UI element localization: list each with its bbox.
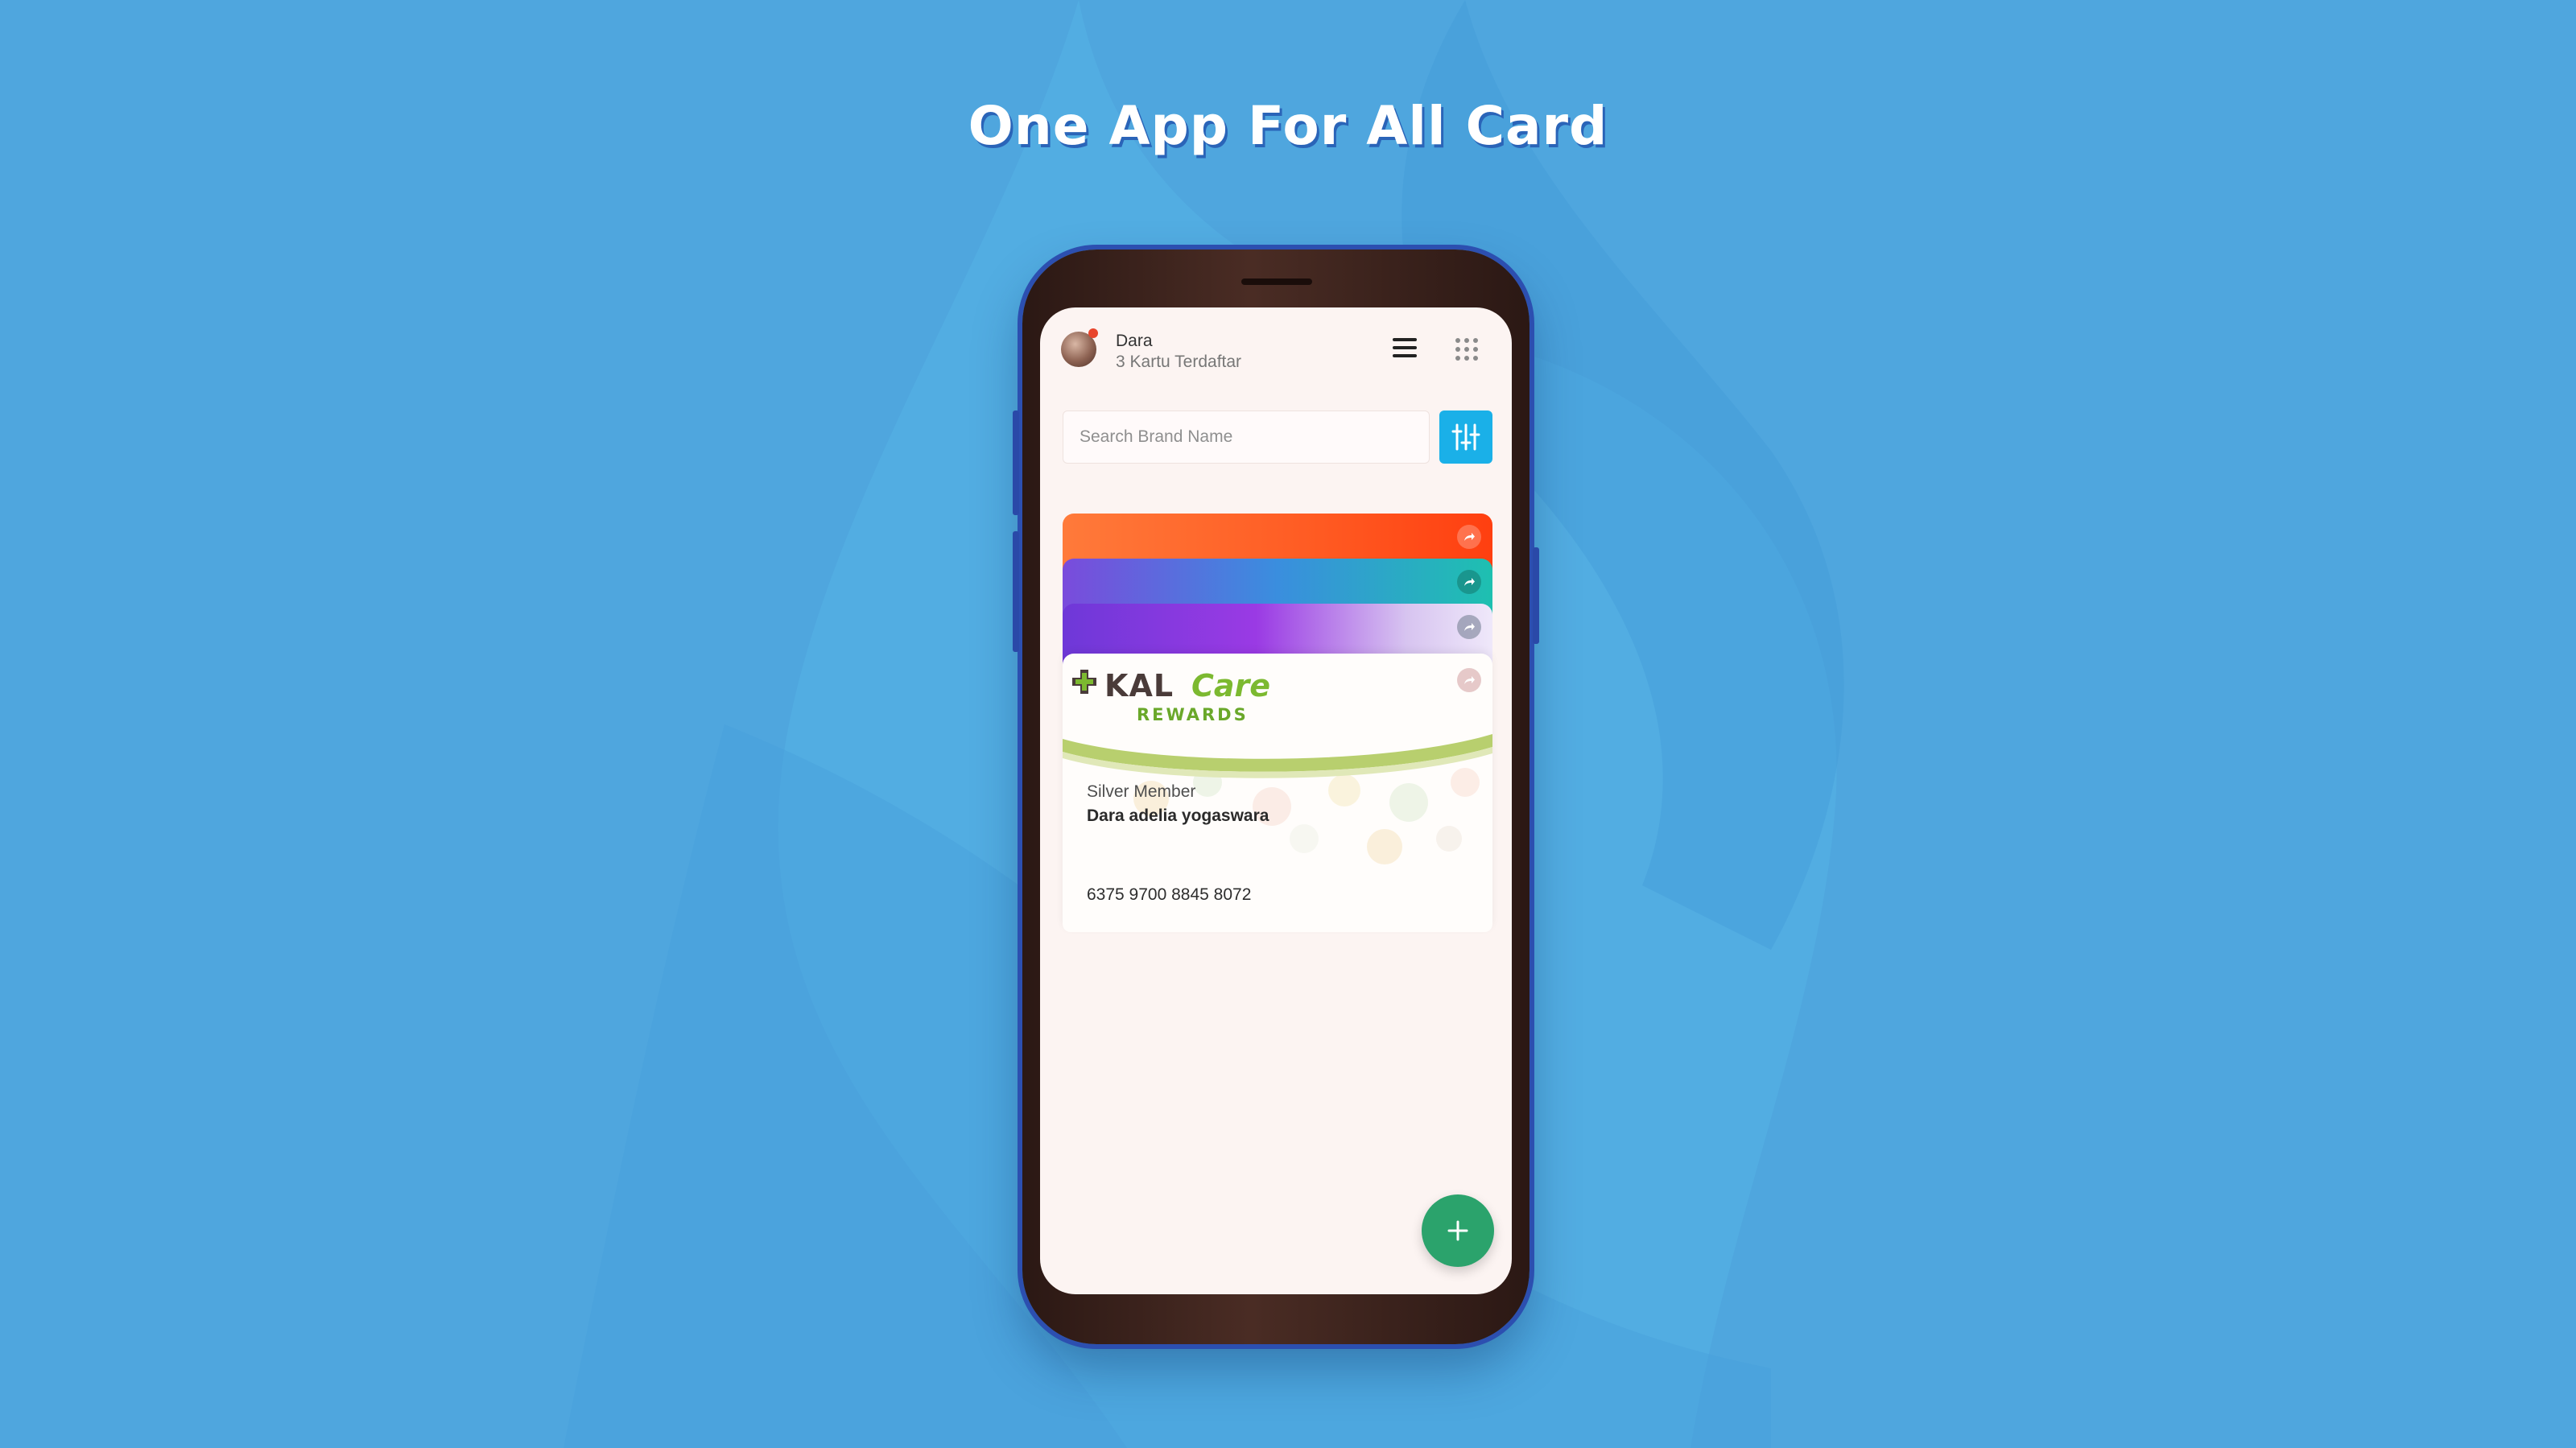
apps-grid-icon[interactable] bbox=[1454, 336, 1480, 362]
kalcare-cross-logo bbox=[1072, 670, 1096, 694]
notification-dot bbox=[1088, 328, 1098, 338]
phone-side-button bbox=[1013, 531, 1019, 652]
share-icon bbox=[1464, 623, 1475, 631]
share-button[interactable] bbox=[1457, 615, 1481, 639]
share-button[interactable] bbox=[1457, 570, 1481, 594]
hamburger-icon[interactable] bbox=[1393, 338, 1417, 359]
brand-rewards-label: REWARDS bbox=[1137, 705, 1249, 724]
promo-stage: One App For All Card Dara 3 Kartu Terdaf… bbox=[0, 0, 2576, 1448]
filter-button[interactable] bbox=[1439, 410, 1492, 464]
phone-side-button bbox=[1013, 410, 1019, 515]
share-button[interactable] bbox=[1457, 668, 1481, 692]
add-card-button[interactable] bbox=[1422, 1194, 1494, 1267]
filter-sliders-icon bbox=[1451, 423, 1480, 451]
member-name: Dara adelia yogaswara bbox=[1087, 807, 1269, 825]
share-icon bbox=[1464, 676, 1475, 684]
promo-headline: One App For All Card bbox=[968, 95, 1608, 157]
phone-speaker bbox=[1241, 278, 1312, 285]
share-icon bbox=[1464, 578, 1475, 586]
plus-icon bbox=[1447, 1220, 1468, 1241]
brand-name-care: Care bbox=[1191, 668, 1271, 703]
share-button[interactable] bbox=[1457, 525, 1481, 549]
registered-cards-count: 3 Kartu Terdaftar bbox=[1116, 353, 1242, 371]
user-name: Dara bbox=[1116, 332, 1153, 350]
kalcare-rewards-card[interactable]: KAL Care REWARDS Silver Member Dara adel… bbox=[1063, 654, 1492, 932]
search-input[interactable] bbox=[1063, 410, 1430, 464]
brand-name-kal: KAL bbox=[1104, 668, 1174, 703]
phone-side-button bbox=[1533, 547, 1539, 644]
share-icon bbox=[1464, 533, 1475, 541]
card-number: 6375 9700 8845 8072 bbox=[1087, 885, 1252, 904]
member-level: Silver Member bbox=[1087, 782, 1196, 801]
app-screen: Dara 3 Kartu Terdaftar Search Brand Name… bbox=[1040, 307, 1512, 1294]
phone-frame: Dara 3 Kartu Terdaftar Search Brand Name… bbox=[1013, 250, 1539, 1344]
